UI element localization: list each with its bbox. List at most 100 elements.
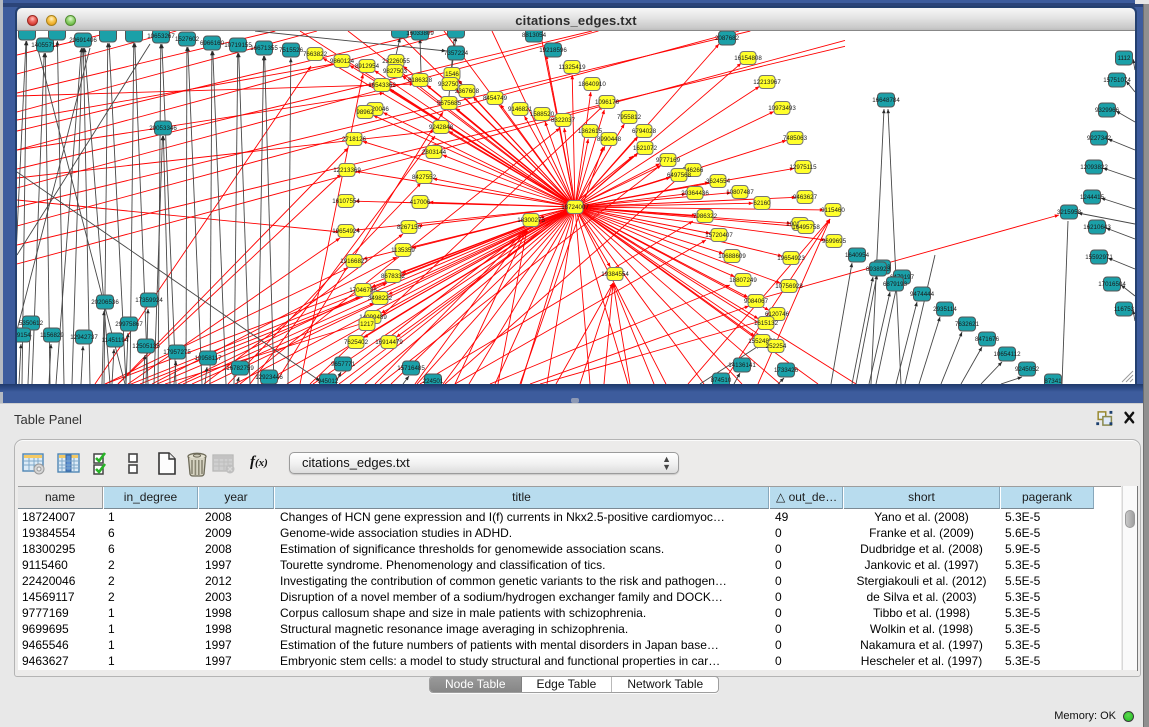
- svg-text:14055712: 14055712: [31, 42, 59, 49]
- svg-text:116753: 116753: [1114, 306, 1135, 313]
- svg-text:8912954: 8912954: [355, 63, 380, 70]
- svg-text:19654923: 19654923: [777, 255, 805, 262]
- svg-text:8813054: 8813054: [522, 32, 547, 39]
- svg-text:9827503: 9827503: [383, 68, 408, 75]
- svg-text:6497568: 6497568: [667, 172, 692, 179]
- svg-text:8678332: 8678332: [381, 273, 406, 280]
- svg-text:19218596: 19218596: [539, 47, 567, 54]
- svg-text:15716485: 15716485: [397, 365, 425, 372]
- svg-text:19384554: 19384554: [601, 271, 629, 278]
- svg-text:6879193: 6879193: [883, 281, 908, 288]
- svg-text:11325419: 11325419: [558, 64, 586, 71]
- svg-text:1640954: 1640954: [845, 252, 870, 259]
- svg-text:7485063: 7485063: [783, 135, 808, 142]
- svg-text:874510: 874510: [711, 377, 732, 384]
- svg-text:9699695: 9699695: [822, 238, 847, 245]
- svg-text:29975867: 29975867: [115, 321, 143, 328]
- svg-text:12975115: 12975115: [789, 164, 817, 171]
- svg-text:62160: 62160: [753, 200, 771, 207]
- svg-text:19654924: 19654924: [332, 228, 360, 235]
- svg-text:9860124: 9860124: [330, 58, 355, 65]
- svg-text:15751074: 15751074: [1103, 77, 1131, 84]
- svg-text:3215958: 3215958: [1057, 209, 1082, 216]
- svg-text:9227342: 9227342: [1087, 135, 1112, 142]
- svg-text:16033809: 16033809: [406, 31, 434, 37]
- svg-text:10654112: 10654112: [993, 351, 1021, 358]
- svg-text:8186328: 8186328: [408, 77, 433, 84]
- svg-text:10973493: 10973493: [768, 105, 796, 112]
- svg-text:5675685: 5675685: [437, 100, 462, 107]
- svg-text:9474444: 9474444: [910, 291, 935, 298]
- svg-text:2803144: 2803144: [422, 149, 447, 156]
- svg-text:2718126: 2718126: [342, 136, 367, 143]
- svg-text:8990448: 8990448: [597, 136, 622, 143]
- svg-text:10756928: 10756928: [775, 283, 803, 290]
- svg-text:7357224: 7357224: [444, 50, 469, 57]
- svg-text:16210643: 16210643: [1083, 224, 1111, 231]
- svg-text:12923446: 12923446: [255, 374, 283, 381]
- svg-text:17359924: 17359924: [135, 297, 163, 304]
- svg-text:12213967: 12213967: [753, 79, 781, 86]
- svg-text:12093822: 12093822: [1080, 164, 1108, 171]
- svg-text:16914479: 16914479: [375, 339, 403, 346]
- svg-text:16107554: 16107554: [332, 198, 360, 205]
- svg-text:6794028: 6794028: [632, 128, 657, 135]
- svg-text:1217: 1217: [360, 321, 374, 328]
- svg-text:9777169: 9777169: [656, 157, 681, 164]
- svg-text:9463627: 9463627: [793, 194, 818, 201]
- svg-text:8427552: 8427552: [412, 174, 437, 181]
- svg-text:10719155: 10719155: [224, 42, 252, 49]
- svg-text:39154: 39154: [17, 332, 31, 339]
- svg-text:11451194: 11451194: [102, 337, 129, 344]
- svg-text:9115460: 9115460: [821, 207, 845, 214]
- svg-text:16495758: 16495758: [792, 224, 820, 231]
- svg-text:16782759: 16782759: [226, 365, 254, 372]
- svg-text:12942737: 12942737: [70, 334, 98, 341]
- svg-text:6966160: 6966160: [200, 40, 225, 47]
- svg-text:7515526: 7515526: [279, 47, 304, 54]
- svg-text:3624554: 3624554: [706, 178, 731, 185]
- svg-text:20691406: 20691406: [69, 37, 97, 44]
- svg-text:14136141: 14136141: [728, 362, 756, 369]
- svg-text:1527602: 1527602: [175, 36, 200, 43]
- svg-text:18807249: 18807249: [729, 277, 757, 284]
- svg-text:12505135: 12505135: [132, 343, 160, 350]
- svg-text:16543362: 16543362: [368, 82, 396, 89]
- svg-text:16648784: 16648784: [872, 97, 900, 104]
- svg-text:9084067: 9084067: [744, 298, 769, 305]
- svg-text:1621072: 1621072: [633, 145, 658, 152]
- svg-text:2935114: 2935114: [933, 306, 957, 313]
- svg-text:18640910: 18640910: [578, 81, 606, 88]
- svg-text:8267150: 8267150: [397, 224, 422, 231]
- svg-text:9329966: 9329966: [1095, 107, 1120, 114]
- svg-text:17016504: 17016504: [1098, 281, 1126, 288]
- svg-text:7632621: 7632621: [955, 321, 980, 328]
- svg-text:3498222: 3498222: [368, 295, 393, 302]
- svg-text:18300275: 18300275: [517, 217, 545, 224]
- svg-text:1362615: 1362615: [578, 128, 603, 135]
- svg-text:10688609: 10688609: [718, 253, 746, 260]
- svg-text:8471676: 8471676: [975, 336, 1000, 343]
- svg-text:1135359: 1135359: [391, 247, 415, 254]
- svg-text:252254: 252254: [766, 343, 787, 350]
- svg-text:5350612: 5350612: [19, 320, 44, 327]
- svg-text:9146821: 9146821: [508, 106, 533, 113]
- svg-text:7625402: 7625402: [344, 339, 369, 346]
- svg-text:10653267: 10653267: [147, 33, 175, 40]
- svg-text:15592971: 15592971: [1085, 254, 1113, 261]
- svg-text:10807487: 10807487: [726, 189, 754, 196]
- svg-text:2087682: 2087682: [715, 35, 740, 42]
- svg-text:15720407: 15720407: [705, 232, 733, 239]
- svg-text:98962: 98962: [356, 109, 374, 116]
- svg-text:7986322: 7986322: [693, 213, 718, 220]
- svg-text:16154808: 16154808: [734, 55, 762, 62]
- svg-text:8454749: 8454749: [483, 95, 508, 102]
- svg-text:29053346: 29053346: [149, 125, 177, 132]
- svg-text:19166827: 19166827: [340, 258, 368, 265]
- svg-text:18724007: 18724007: [561, 204, 589, 211]
- svg-text:10958117: 10958117: [194, 355, 222, 362]
- svg-text:1733426: 1733426: [774, 367, 799, 374]
- svg-text:7955812: 7955812: [617, 114, 642, 121]
- svg-text:1096176: 1096176: [595, 99, 620, 106]
- svg-text:9657771: 9657771: [331, 361, 356, 368]
